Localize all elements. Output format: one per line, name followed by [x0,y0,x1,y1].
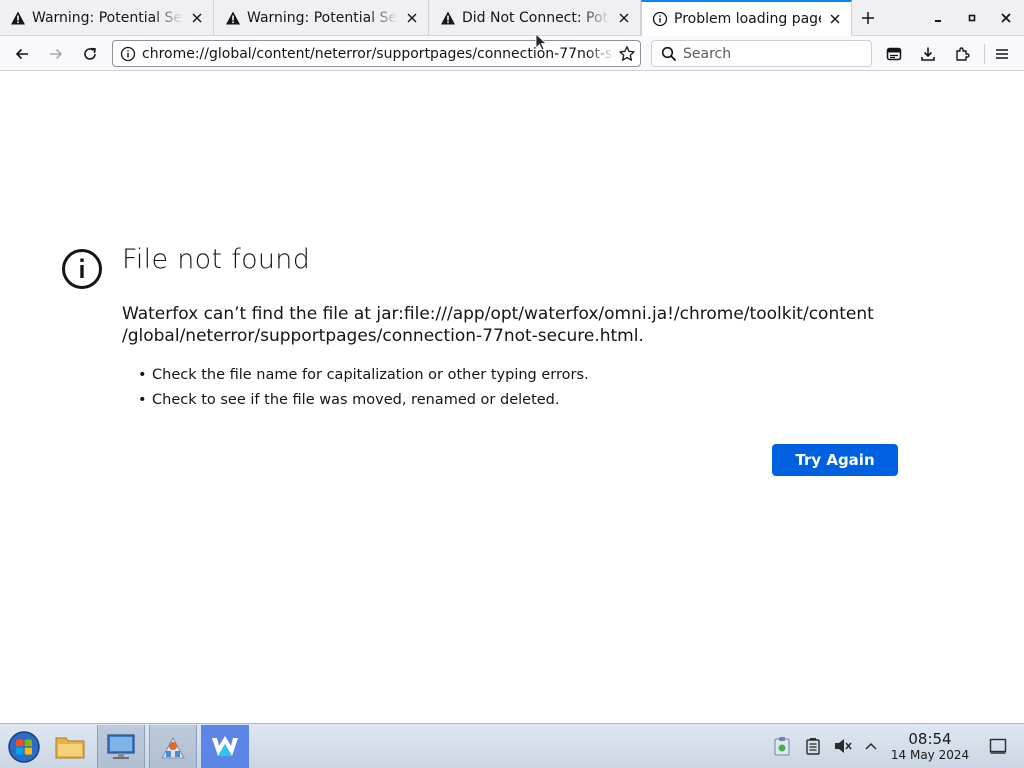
volume-tray-icon[interactable] [833,736,853,756]
desktop-button[interactable] [97,725,145,768]
maximize-icon [968,14,976,22]
menu-button[interactable] [988,40,1016,68]
error-tips-list: Check the file name for capitalization o… [138,363,589,413]
tab-3[interactable]: Did Not Connect: Potential Security Issu… [430,0,641,36]
error-description-line: Waterfox can’t find the file at jar:file… [122,304,874,324]
search-icon [657,42,681,66]
close-icon[interactable] [827,11,843,27]
warning-icon [440,10,456,26]
pocket-button[interactable] [880,40,908,68]
battery-icon [806,738,820,755]
search-input[interactable] [683,45,853,62]
error-title: File not found [122,244,311,275]
tab-title: Did Not Connect: Potential Security Issu… [462,10,610,26]
reader-view-icon [886,47,902,61]
file-manager-button[interactable] [46,725,94,768]
clock-date[interactable]: 14 May 2024 [884,748,976,762]
file-manager-icon [55,737,85,758]
show-desktop-button[interactable] [988,736,1008,756]
muted-speaker-icon [835,739,852,753]
error-page: File not found Waterfox can’t find the f… [0,71,1024,723]
error-description: Waterfox can’t find the file at jar:file… [122,303,912,347]
desktop-icon [107,733,135,759]
tab-title: Warning: Potential Security Risk Ahead [247,10,398,26]
waterfox-button[interactable] [201,725,249,768]
error-info-icon [62,249,102,289]
plus-icon [862,12,874,24]
url-bar[interactable]: chrome://global/content/neterror/support… [112,40,641,67]
try-again-button[interactable]: Try Again [772,444,898,476]
waterfox-icon [212,735,238,756]
warning-icon [10,10,26,26]
minimize-button[interactable] [926,6,950,30]
downloads-button[interactable] [914,40,942,68]
forward-arrow-icon [50,48,63,60]
notification-panel-icon [989,738,1007,754]
error-description-line: /global/neterror/supportpages/connection… [122,326,644,346]
back-arrow-icon [15,48,28,60]
tab-title: Warning: Potential Security Risk Ahead [32,10,183,26]
reload-button[interactable] [76,40,104,68]
bookmark-star-icon[interactable] [615,42,639,66]
chevron-up-icon [865,742,877,750]
minimize-icon [935,20,941,22]
close-icon[interactable] [404,10,420,26]
tab-4-active[interactable]: Problem loading page [641,0,852,36]
close-window-button[interactable] [994,6,1018,30]
hamburger-menu-icon [996,49,1008,59]
extensions-button[interactable] [948,40,976,68]
maximize-button[interactable] [960,6,984,30]
tab-strip: Warning: Potential Security Risk Ahead W… [0,0,1024,36]
list-item: Check to see if the file was moved, rena… [138,388,589,413]
toolbar-separator [984,44,985,64]
battery-tray-icon[interactable] [803,736,823,756]
puzzle-icon [956,47,970,61]
tab-1[interactable]: Warning: Potential Security Risk Ahead [0,0,214,36]
reload-icon [84,47,96,60]
site-info-icon[interactable] [117,43,139,65]
navigation-toolbar: chrome://global/content/neterror/support… [0,36,1024,71]
list-item: Check the file name for capitalization o… [138,363,589,388]
download-icon [921,47,935,61]
clock-time[interactable]: 08:54 [890,730,970,748]
forward-button[interactable] [42,40,70,68]
start-button[interactable] [0,725,48,768]
close-icon[interactable] [616,10,632,26]
network-app-icon [161,736,185,758]
clipboard-icon [774,737,790,756]
warning-icon [225,10,241,26]
close-icon [1001,13,1011,23]
taskbar: 08:54 14 May 2024 [0,723,1024,768]
back-button[interactable] [8,40,36,68]
info-icon [652,11,668,27]
network-app-button[interactable] [149,725,197,768]
start-orb-icon [8,730,40,763]
tab-title: Problem loading page [674,11,821,27]
tab-2[interactable]: Warning: Potential Security Risk Ahead [215,0,429,36]
clipboard-tray-icon[interactable] [772,736,792,756]
new-tab-button[interactable] [856,6,880,30]
mouse-cursor-icon [535,33,548,51]
search-bar[interactable] [651,40,872,67]
show-hidden-icons-button[interactable] [861,736,881,756]
close-icon[interactable] [189,10,205,26]
